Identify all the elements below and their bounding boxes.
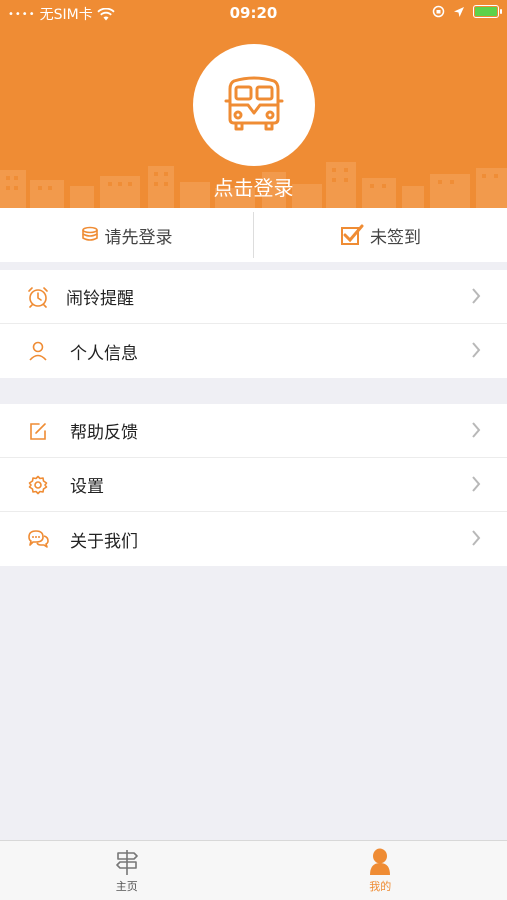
coins-icon <box>81 226 98 241</box>
menu-group-personal: 闹铃提醒 个人信息 <box>0 270 507 378</box>
chevron-right-icon <box>472 342 481 358</box>
alarm-clock-icon <box>26 285 50 309</box>
signpost-icon <box>115 849 138 875</box>
menu-item-label: 帮助反馈 <box>70 423 138 443</box>
menu-item-label: 个人信息 <box>70 343 138 364</box>
chevron-right-icon <box>472 422 481 438</box>
menu-item-settings[interactable]: 设置 <box>0 458 507 512</box>
signin-action[interactable]: 未签到 <box>254 208 507 262</box>
menu-item-label: 闹铃提醒 <box>66 289 134 309</box>
menu-item-about[interactable]: 关于我们 <box>0 512 507 566</box>
menu-item-label: 设置 <box>70 477 104 497</box>
profile-header: •••• 无SIM卡 09:20 点击登录 <box>0 0 507 208</box>
chevron-right-icon <box>472 476 481 492</box>
user-icon <box>370 848 391 875</box>
gear-icon <box>26 473 50 497</box>
menu-group-app: 帮助反馈 设置 关于我们 <box>0 404 507 566</box>
status-time: 09:20 <box>229 4 278 22</box>
person-icon <box>26 339 50 363</box>
tab-home[interactable]: 主页 <box>0 841 254 900</box>
login-action[interactable]: 请先登录 <box>0 208 253 262</box>
chevron-right-icon <box>472 530 481 546</box>
edit-icon <box>26 419 50 443</box>
bus-icon <box>224 76 284 131</box>
signin-action-label: 未签到 <box>370 227 421 248</box>
status-bar: •••• 无SIM卡 09:20 <box>0 0 507 26</box>
login-action-label: 请先登录 <box>104 227 173 248</box>
profile-page: •••• 无SIM卡 09:20 点击登录 请先登录 未签到 闹铃提醒 个人信息… <box>0 0 507 900</box>
battery-icon <box>473 5 502 18</box>
menu-item-profile[interactable]: 个人信息 <box>0 324 507 378</box>
tab-mine-label: 我的 <box>369 879 392 893</box>
tab-bar: 主页 我的 <box>0 840 507 900</box>
chevron-right-icon <box>472 288 481 304</box>
avatar-button[interactable] <box>193 44 315 166</box>
checkbox-icon <box>341 224 364 245</box>
chat-icon <box>26 527 50 551</box>
menu-item-alarm[interactable]: 闹铃提醒 <box>0 270 507 324</box>
tab-home-label: 主页 <box>115 879 138 893</box>
status-right <box>432 5 502 18</box>
menu-item-label: 关于我们 <box>70 531 138 552</box>
menu-item-feedback[interactable]: 帮助反馈 <box>0 404 507 458</box>
lock-rotation-icon <box>432 5 445 18</box>
account-actions: 请先登录 未签到 <box>0 208 507 262</box>
tab-mine[interactable]: 我的 <box>254 841 507 900</box>
location-icon <box>454 6 464 17</box>
login-prompt[interactable]: 点击登录 <box>0 172 507 201</box>
